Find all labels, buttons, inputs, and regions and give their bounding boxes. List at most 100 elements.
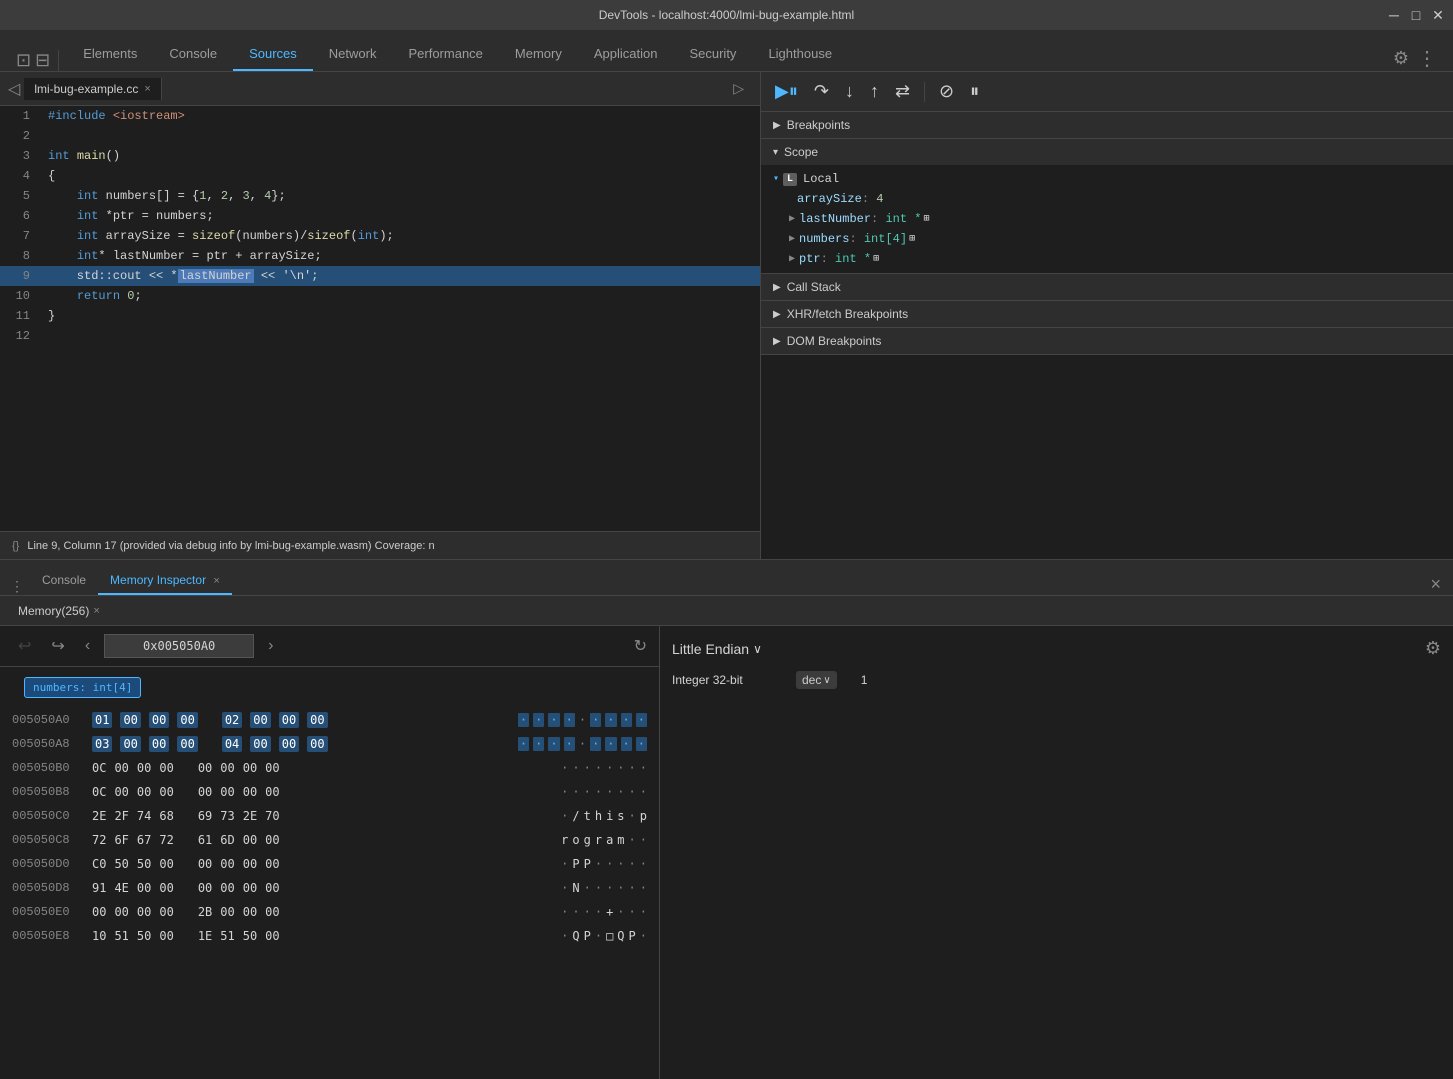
mem-bytes-7: 914E0000 00000000 (92, 881, 545, 895)
mem-char-0-2: · (548, 713, 559, 727)
mem-bytes-6: C0505000 00000000 (92, 857, 545, 871)
tab-network[interactable]: Network (313, 38, 393, 71)
pause-on-exception-button[interactable]: ⏸ (964, 77, 985, 106)
breakpoints-section: ▶ Breakpoints (761, 112, 1453, 139)
scope-ptr-icon: ⊞ (873, 253, 879, 265)
deactivate-button[interactable]: ⊘ (933, 77, 960, 106)
callstack-header[interactable]: ▶ Call Stack (761, 274, 1453, 300)
mem-addr-9: 005050E8 (12, 929, 92, 943)
tab-security[interactable]: Security (673, 38, 752, 71)
code-line-6: 6 int *ptr = numbers; (0, 206, 760, 226)
scope-label: Scope (784, 145, 818, 159)
memory-tab-close[interactable]: × (93, 605, 99, 617)
close-icon[interactable]: × (1430, 574, 1441, 594)
step-over-button[interactable]: ↷ (808, 77, 835, 106)
line-content-5: int numbers[] = {1, 2, 3, 4}; (40, 186, 286, 206)
tab-console[interactable]: Console (153, 38, 233, 71)
tab-sources[interactable]: Sources (233, 38, 313, 71)
mem-bytes-9: 10515000 1E515000 (92, 929, 545, 943)
minimize-button[interactable]: ─ (1387, 8, 1401, 22)
line-content-7: int arraySize = sizeof(numbers)/sizeof(i… (40, 226, 394, 246)
memory-refresh-button[interactable]: ↻ (634, 636, 647, 656)
scope-arraysize-key: arraySize (797, 192, 862, 206)
code-line-10: 10 return 0; (0, 286, 760, 306)
scope-lastnumber-arrow: ▶ (789, 213, 795, 225)
scope-arraysize-val: 4 (876, 192, 883, 206)
int32-format-selector[interactable]: dec ∨ (796, 671, 837, 689)
mem-char-0-4: · (579, 713, 586, 727)
tab-performance[interactable]: Performance (392, 38, 498, 71)
tab-lighthouse[interactable]: Lighthouse (752, 38, 848, 71)
breakpoints-header[interactable]: ▶ Breakpoints (761, 112, 1453, 138)
restore-button[interactable]: □ (1409, 8, 1423, 22)
memory-next-page[interactable]: › (262, 635, 279, 657)
memory-address-input[interactable] (104, 634, 254, 658)
mem-ascii-4: · / t h i s · p (561, 809, 647, 823)
toolbar-divider (924, 82, 925, 102)
close-button[interactable]: ✕ (1431, 8, 1445, 22)
tab-elements[interactable]: Elements (67, 38, 153, 71)
b2-6: 00 (243, 761, 257, 775)
memory-tab-label: Memory(256) (18, 604, 89, 618)
code-line-5: 5 int numbers[] = {1, 2, 3, 4}; (0, 186, 760, 206)
line-content-3: int main() (40, 146, 120, 166)
int32-format-arrow: ∨ (823, 675, 830, 686)
mem-byte-1-6: 00 (279, 736, 299, 752)
dom-header[interactable]: ▶ DOM Breakpoints (761, 328, 1453, 354)
mem-char-1-5: · (590, 737, 601, 751)
tab-console-bottom[interactable]: Console (30, 567, 98, 595)
titlebar: DevTools - localhost:4000/lmi-bug-exampl… (0, 0, 1453, 30)
mem-byte-0-2: 00 (149, 712, 169, 728)
mem-char-0-5: · (590, 713, 601, 727)
scope-local-item[interactable]: ▾ L Local (773, 169, 1441, 189)
tab-memory[interactable]: Memory (499, 38, 578, 71)
more-options-button[interactable]: ⋮ (1417, 46, 1437, 71)
mem-byte-0-5: 00 (250, 712, 270, 728)
bottom-panel-toggle-icon[interactable]: ⋮ (10, 578, 24, 595)
endian-settings-button[interactable]: ⚙ (1425, 638, 1441, 659)
memory-256-tab[interactable]: Memory(256) × (8, 600, 110, 622)
settings-button[interactable]: ⚙ (1393, 48, 1409, 69)
xhr-section: ▶ XHR/fetch Breakpoints (761, 301, 1453, 328)
mem-char-1-4: · (579, 737, 586, 751)
tab-application[interactable]: Application (578, 38, 674, 71)
status-bar: {} Line 9, Column 17 (provided via debug… (0, 531, 760, 559)
source-play-button[interactable]: ▷ (729, 76, 748, 101)
mem-addr-2: 005050B0 (12, 761, 92, 775)
step-out-button[interactable]: ↑ (864, 77, 885, 106)
mem-byte-1-0: 03 (92, 736, 112, 752)
local-badge: L (783, 173, 797, 186)
line-content-12 (40, 326, 48, 346)
mem-byte-1-1: 00 (120, 736, 140, 752)
code-line-12: 12 (0, 326, 760, 346)
memory-variable-label: numbers: int[4] (24, 677, 141, 698)
scope-header[interactable]: ▾ Scope (761, 139, 1453, 165)
endian-label-container[interactable]: Little Endian ∨ (672, 641, 762, 657)
mem-char-0-8: · (636, 713, 647, 727)
step-back-button[interactable]: ⇄ (889, 77, 916, 106)
step-into-button[interactable]: ↓ (839, 77, 860, 106)
bottom-close-btn[interactable]: × (1430, 574, 1449, 595)
source-tab-close[interactable]: × (144, 83, 150, 95)
mem-ascii-3: ········ (561, 785, 647, 799)
toggle-device-toolbar[interactable]: ⊡ (16, 50, 31, 71)
memory-nav-back[interactable]: ↩ (12, 634, 37, 658)
source-file-tab[interactable]: lmi-bug-example.cc × (24, 78, 161, 100)
line-number-2: 2 (0, 126, 40, 146)
scope-numbers-sep: : (849, 232, 863, 246)
source-nav-toggle[interactable]: ◁ (4, 75, 24, 103)
tab-memory-inspector[interactable]: Memory Inspector × (98, 567, 232, 595)
memory-nav-forward[interactable]: ↪ (45, 634, 70, 658)
scope-numbers[interactable]: ▶ numbers : int[4] ⊞ (773, 229, 1441, 249)
scope-lastnumber[interactable]: ▶ lastNumber : int * ⊞ (773, 209, 1441, 229)
b2-3: 00 (159, 761, 173, 775)
play-pause-button[interactable]: ▶⏸ (769, 77, 804, 106)
bottom-panel-toggle[interactable]: ⋮ (4, 578, 30, 595)
scope-ptr[interactable]: ▶ ptr : int * ⊞ (773, 249, 1441, 269)
memory-inspector-close[interactable]: × (213, 575, 219, 587)
memory-row-8: 005050E0 00000000 2B000000 · · · · (0, 900, 659, 924)
memory-prev-page[interactable]: ‹ (79, 635, 96, 657)
xhr-header[interactable]: ▶ XHR/fetch Breakpoints (761, 301, 1453, 327)
toggle-sidebar[interactable]: ⊟ (35, 50, 50, 71)
mem-addr-5: 005050C8 (12, 833, 92, 847)
